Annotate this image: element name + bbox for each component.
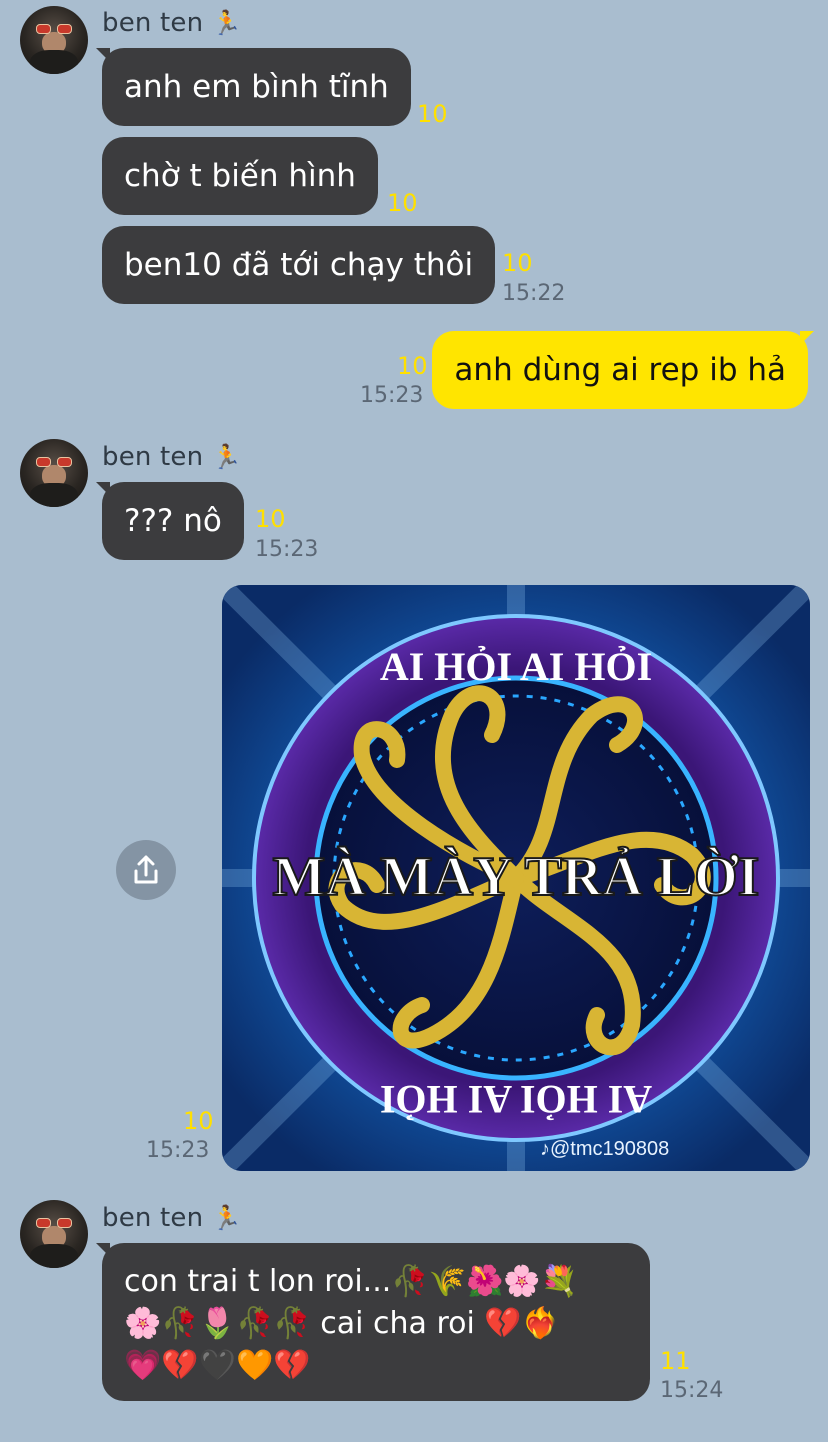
unread-count: 10 (502, 249, 533, 277)
sender-emoji: 🏃 (211, 9, 242, 37)
image-attachment[interactable]: AI HỎI AI HỎI MÀ MÀY TRẢ LỜI AI HỎI AI H… (222, 585, 810, 1171)
incoming-message-bubble[interactable]: anh em bình tĩnh (102, 48, 411, 126)
image-top-text: AI HỎI AI HỎI (380, 644, 652, 689)
message-timestamp: 15:23 (360, 383, 424, 408)
message-timestamp: 15:24 (660, 1378, 724, 1403)
incoming-message-bubble[interactable]: con trai t lon roi...🥀🌾🌺🌸💐 🌸🥀🌷🥀🥀 cai cha… (102, 1243, 650, 1401)
image-main-text: MÀ MÀY TRẢ LỜI (273, 846, 760, 908)
avatar[interactable] (20, 1200, 88, 1268)
avatar-body (30, 483, 78, 507)
message-line: con trai t lon roi...🥀🌾🌺🌸💐 (124, 1264, 579, 1299)
unread-count: 10 (387, 189, 418, 217)
message-line: 🌸🥀🌷🥀🥀 cai cha roi 💔❤️‍🔥 (124, 1306, 560, 1341)
unread-count: 10 (183, 1107, 214, 1135)
message-timestamp: 15:23 (255, 537, 319, 562)
incoming-message-bubble[interactable]: ben10 đã tới chạy thôi (102, 226, 496, 304)
avatar-body (30, 1244, 78, 1268)
avatar-body (30, 50, 78, 74)
avatar-glasses (36, 1218, 72, 1228)
avatar-glasses (36, 24, 72, 34)
unread-count: 10 (417, 100, 448, 128)
share-button[interactable] (116, 840, 176, 900)
sender-name[interactable]: ben ten 🏃 (102, 8, 242, 38)
sender-name-text: ben ten (102, 8, 204, 38)
share-icon (134, 855, 158, 884)
image-bottom-text: AI HỎI AI HỎI (380, 1077, 652, 1122)
incoming-message-bubble[interactable]: ??? nô (102, 482, 244, 560)
message-timestamp: 15:22 (502, 281, 566, 306)
sender-name-text: ben ten (102, 1203, 204, 1233)
outgoing-message-bubble[interactable]: anh dùng ai rep ib hả (432, 331, 808, 409)
avatar[interactable] (20, 6, 88, 74)
avatar[interactable] (20, 439, 88, 507)
quiz-logo-image: AI HỎI AI HỎI MÀ MÀY TRẢ LỜI AI HỎI AI H… (222, 585, 810, 1171)
bubble-tail (800, 331, 814, 345)
unread-count: 10 (255, 505, 286, 533)
sender-name[interactable]: ben ten 🏃 (102, 1203, 242, 1233)
incoming-message-bubble[interactable]: chờ t biến hình (102, 137, 378, 215)
message-line: 💗💔🖤🧡💔 (124, 1348, 311, 1383)
unread-count: 10 (397, 352, 428, 380)
sender-name-text: ben ten (102, 442, 204, 472)
unread-count: 11 (660, 1347, 691, 1375)
image-watermark: ♪@tmc190808 (540, 1138, 669, 1160)
sender-name[interactable]: ben ten 🏃 (102, 442, 242, 472)
avatar-glasses (36, 457, 72, 467)
sender-emoji: 🏃 (211, 443, 242, 471)
message-timestamp: 15:23 (146, 1138, 210, 1163)
sender-emoji: 🏃 (211, 1204, 242, 1232)
